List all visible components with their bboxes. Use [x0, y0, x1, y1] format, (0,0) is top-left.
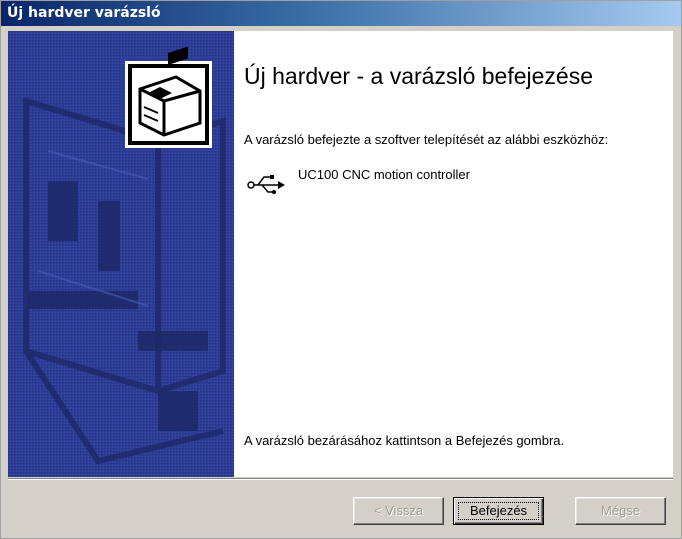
finish-hint: A varázsló bezárásához kattintson a Befe…: [244, 433, 565, 448]
finish-button[interactable]: Befejezés: [453, 497, 544, 525]
back-button[interactable]: < Vissza: [353, 497, 444, 525]
usb-icon: [247, 175, 285, 194]
device-name: UC100 CNC motion controller: [298, 167, 470, 182]
wizard-window: Új hardver varázsló Új hardver - a varáz…: [0, 0, 682, 539]
side-banner: [8, 31, 234, 477]
content-panel: Új hardver - a varázsló befejezése A var…: [234, 31, 673, 477]
page-title: Új hardver - a varázsló befejezése: [244, 63, 593, 89]
completion-description: A varázsló befejezte a szoftver telepíté…: [244, 132, 609, 147]
cancel-button[interactable]: Mégse: [575, 497, 666, 525]
window-title: Új hardver varázsló: [1, 1, 681, 26]
footer-divider: [8, 478, 673, 480]
hardware-icon: [125, 46, 212, 148]
hardware-illustration: [8, 31, 234, 477]
device-item: UC100 CNC motion controller: [246, 165, 666, 201]
